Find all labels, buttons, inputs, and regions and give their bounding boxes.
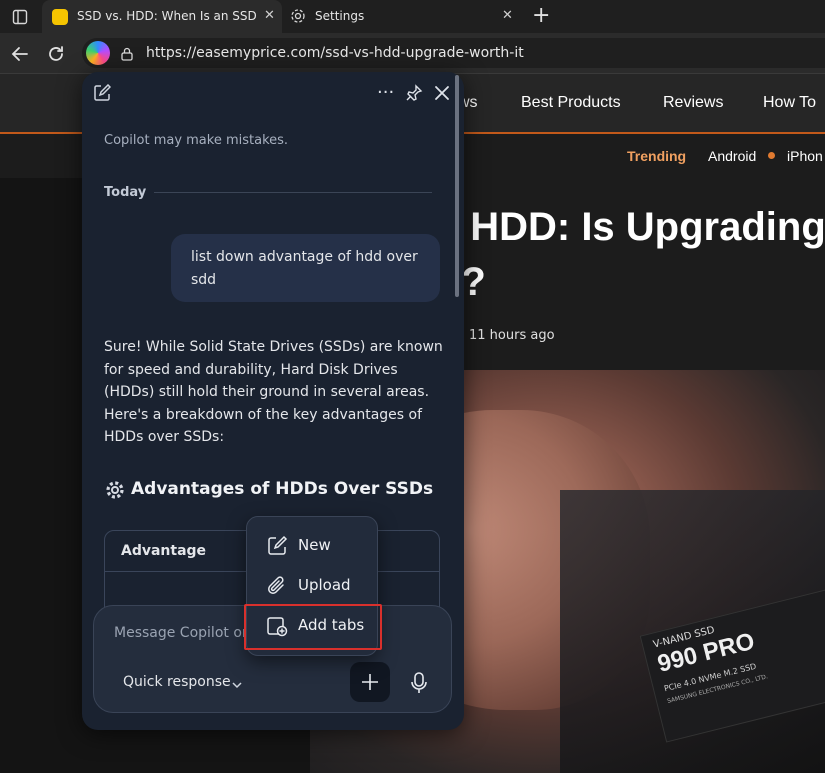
microphone-button[interactable]	[404, 666, 434, 700]
close-tab-icon[interactable]: ✕	[502, 8, 513, 23]
menu-item-upload[interactable]: Upload	[247, 565, 379, 605]
chevron-down-icon[interactable]	[231, 676, 243, 689]
menu-label: New	[298, 536, 331, 554]
reply-line: HDDs over SSDs:	[104, 429, 225, 445]
reply-line: for speed and durability, Hard Disk Driv…	[104, 361, 398, 378]
highlight-box	[244, 604, 382, 650]
more-options-icon[interactable]: ···	[377, 82, 394, 103]
copilot-icon[interactable]	[86, 41, 110, 65]
date-divider-line	[154, 192, 432, 193]
new-tab-button[interactable]: +	[532, 3, 550, 28]
tab-title: SSD vs. HDD: When Is an SSD Upg	[77, 9, 257, 23]
composer-input[interactable]: Message Copilot or	[114, 622, 248, 645]
section-heading: Advantages of HDDs Over SSDs	[131, 479, 434, 499]
reply-line: (HDDs) still hold their ground in severa…	[104, 384, 430, 400]
table-header-advantage: Advantage	[121, 543, 207, 559]
address-toolbar: https://easemyprice.com/ssd-vs-hdd-upgra…	[0, 33, 825, 74]
menu-item-new[interactable]: New	[247, 525, 379, 565]
user-message-line2: sdd	[191, 272, 217, 288]
site-favicon-icon	[52, 9, 68, 25]
panel-scrollbar[interactable]	[455, 75, 459, 297]
article-time: 11 hours ago	[469, 328, 555, 343]
reply-line: Sure! While Solid State Drives (SSDs) ar…	[104, 339, 443, 355]
trending-label: Trending	[627, 148, 687, 164]
microphone-icon	[409, 671, 429, 695]
assistant-reply: Sure! While Solid State Drives (SSDs) ar…	[104, 336, 444, 449]
add-button[interactable]	[350, 662, 390, 702]
gear-icon	[290, 8, 306, 24]
tab-ssd-article[interactable]: SSD vs. HDD: When Is an SSD Upg ✕	[42, 0, 282, 33]
url-text[interactable]: https://easemyprice.com/ssd-vs-hdd-upgra…	[146, 45, 524, 61]
close-panel-icon[interactable]	[433, 84, 451, 102]
dot-separator	[768, 152, 775, 159]
close-tab-icon[interactable]: ✕	[264, 8, 275, 23]
refresh-icon[interactable]	[46, 44, 66, 64]
quick-response-dropdown[interactable]: Quick response	[123, 671, 231, 694]
plus-icon	[360, 672, 380, 692]
gear-icon	[105, 480, 125, 500]
menu-label: Upload	[298, 576, 351, 594]
tab-actions-icon[interactable]	[12, 9, 28, 25]
trending-item-android[interactable]: Android	[708, 148, 756, 164]
new-chat-icon	[265, 534, 289, 558]
tab-strip: SSD vs. HDD: When Is an SSD Upg ✕ Settin…	[0, 0, 825, 33]
user-message-line1: list down advantage of hdd over	[191, 249, 418, 265]
reply-line: Here's a breakdown of the key advantages…	[104, 406, 423, 423]
nav-item-how-to[interactable]: How To	[763, 94, 816, 112]
pin-icon[interactable]	[405, 84, 423, 102]
nav-item-best-products[interactable]: Best Products	[521, 94, 621, 112]
back-arrow-icon[interactable]	[10, 44, 30, 64]
tab-title: Settings	[315, 9, 365, 23]
new-topic-icon[interactable]	[93, 83, 112, 102]
article-title-line1: . HDD: Is Upgrading	[448, 205, 825, 249]
trending-item-iphone[interactable]: iPhon	[787, 148, 823, 164]
paperclip-icon	[265, 574, 289, 598]
tab-settings[interactable]: Settings ✕	[282, 0, 522, 33]
disclaimer-text: Copilot may make mistakes.	[104, 133, 289, 148]
lock-icon[interactable]	[120, 46, 134, 61]
nav-item-reviews[interactable]: Reviews	[663, 94, 723, 112]
date-divider-label: Today	[104, 185, 147, 200]
